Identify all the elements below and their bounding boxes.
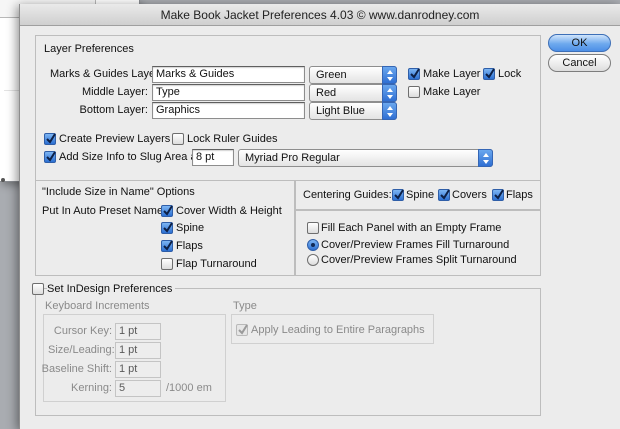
cursor-key-input[interactable]: 1 pt xyxy=(115,323,161,340)
marks-color-select[interactable]: Green xyxy=(309,66,397,84)
popup-arrows-icon xyxy=(382,66,397,84)
marks-color-value: Green xyxy=(316,69,347,81)
fill-panel-checkbox[interactable] xyxy=(307,222,319,234)
fill-turnaround-label: Cover/Preview Frames Fill Turnaround xyxy=(321,239,510,251)
set-indesign-checkbox[interactable] xyxy=(32,283,44,295)
bottom-layer-input[interactable]: Graphics xyxy=(152,102,305,119)
centering-spine-label: Spine xyxy=(406,189,435,201)
marks-layer-label: Marks & Guides Layer: xyxy=(50,68,162,80)
window-title: Make Book Jacket Preferences 4.03 © www.… xyxy=(20,4,620,26)
baseline-shift-input[interactable]: 1 pt xyxy=(115,361,161,378)
popup-arrows-icon xyxy=(382,102,397,120)
baseline-shift-label: Baseline Shift: xyxy=(41,363,112,375)
kerning-input[interactable]: 5 xyxy=(115,380,161,397)
slug-size-input[interactable]: 8 pt xyxy=(192,149,234,166)
popup-arrows-icon xyxy=(478,149,493,167)
keyboard-increments-title: Keyboard Increments xyxy=(45,300,150,312)
size-leading-input[interactable]: 1 pt xyxy=(115,342,161,359)
bottom-color-value: Light Blue xyxy=(316,105,365,117)
flaps-size-label: Flaps xyxy=(176,240,203,252)
lock-ruler-label: Lock Ruler Guides xyxy=(187,133,278,145)
split-turnaround-radio[interactable] xyxy=(307,254,319,266)
middle-color-value: Red xyxy=(316,87,337,99)
middle-layer-label: Middle Layer: xyxy=(81,86,148,98)
fill-turnaround-radio[interactable] xyxy=(307,239,319,251)
slug-font-select[interactable]: Myriad Pro Regular xyxy=(238,149,493,167)
add-size-checkbox[interactable] xyxy=(44,151,56,163)
lock-checkbox[interactable] xyxy=(483,68,495,80)
set-indesign-label: Set InDesign Preferences xyxy=(47,283,176,295)
bottom-layer-label: Bottom Layer: xyxy=(79,104,148,116)
make-layer-2-checkbox[interactable] xyxy=(408,86,420,98)
include-size-title: "Include Size in Name" Options xyxy=(42,186,195,198)
add-size-label: Add Size Info to Slug Area as: xyxy=(59,151,206,163)
fill-panel-label: Fill Each Panel with an Empty Frame xyxy=(321,222,502,234)
flap-turnaround-checkbox[interactable] xyxy=(161,258,173,270)
cover-size-label: Cover Width & Height xyxy=(176,205,282,217)
marks-layer-input[interactable]: Marks & Guides xyxy=(152,66,305,83)
popup-arrows-icon xyxy=(382,84,397,102)
cursor-key-label: Cursor Key: xyxy=(53,325,112,337)
auto-preset-label: Put In Auto Preset Name: xyxy=(42,205,167,217)
make-layer-2-label: Make Layer xyxy=(423,86,481,98)
lock-label: Lock xyxy=(498,68,522,80)
kerning-unit-label: /1000 em xyxy=(166,382,212,394)
preferences-dialog: Make Book Jacket Preferences 4.03 © www.… xyxy=(19,4,620,429)
make-layer-1-label: Make Layer xyxy=(423,68,481,80)
create-preview-label: Create Preview Layers xyxy=(59,133,171,145)
middle-layer-input[interactable]: Type xyxy=(152,84,305,101)
spine-size-label: Spine xyxy=(176,222,205,234)
split-turnaround-label: Cover/Preview Frames Split Turnaround xyxy=(321,254,517,266)
centering-covers-label: Covers xyxy=(452,189,487,201)
bottom-color-select[interactable]: Light Blue xyxy=(309,102,397,120)
centering-label: Centering Guides: xyxy=(303,189,392,201)
layer-preferences-title: Layer Preferences xyxy=(44,43,134,55)
apply-leading-checkbox[interactable] xyxy=(236,324,248,336)
centering-spine-checkbox[interactable] xyxy=(392,189,404,201)
kerning-label: Kerning: xyxy=(71,382,112,394)
size-leading-label: Size/Leading: xyxy=(48,344,115,356)
type-title: Type xyxy=(233,300,257,312)
cancel-button[interactable]: Cancel xyxy=(548,54,611,72)
ok-button[interactable]: OK xyxy=(548,34,611,52)
lock-ruler-checkbox[interactable] xyxy=(172,133,184,145)
cover-size-checkbox[interactable] xyxy=(161,205,173,217)
make-layer-1-checkbox[interactable] xyxy=(408,68,420,80)
slug-font-value: Myriad Pro Regular xyxy=(245,152,340,164)
background-marker xyxy=(1,178,5,182)
centering-flaps-checkbox[interactable] xyxy=(492,189,504,201)
middle-color-select[interactable]: Red xyxy=(309,84,397,102)
centering-flaps-label: Flaps xyxy=(506,189,533,201)
apply-leading-label: Apply Leading to Entire Paragraphs xyxy=(251,324,425,336)
centering-covers-checkbox[interactable] xyxy=(438,189,450,201)
flap-turnaround-label: Flap Turnaround xyxy=(176,258,257,270)
create-preview-checkbox[interactable] xyxy=(44,133,56,145)
flaps-size-checkbox[interactable] xyxy=(161,240,173,252)
spine-size-checkbox[interactable] xyxy=(161,222,173,234)
